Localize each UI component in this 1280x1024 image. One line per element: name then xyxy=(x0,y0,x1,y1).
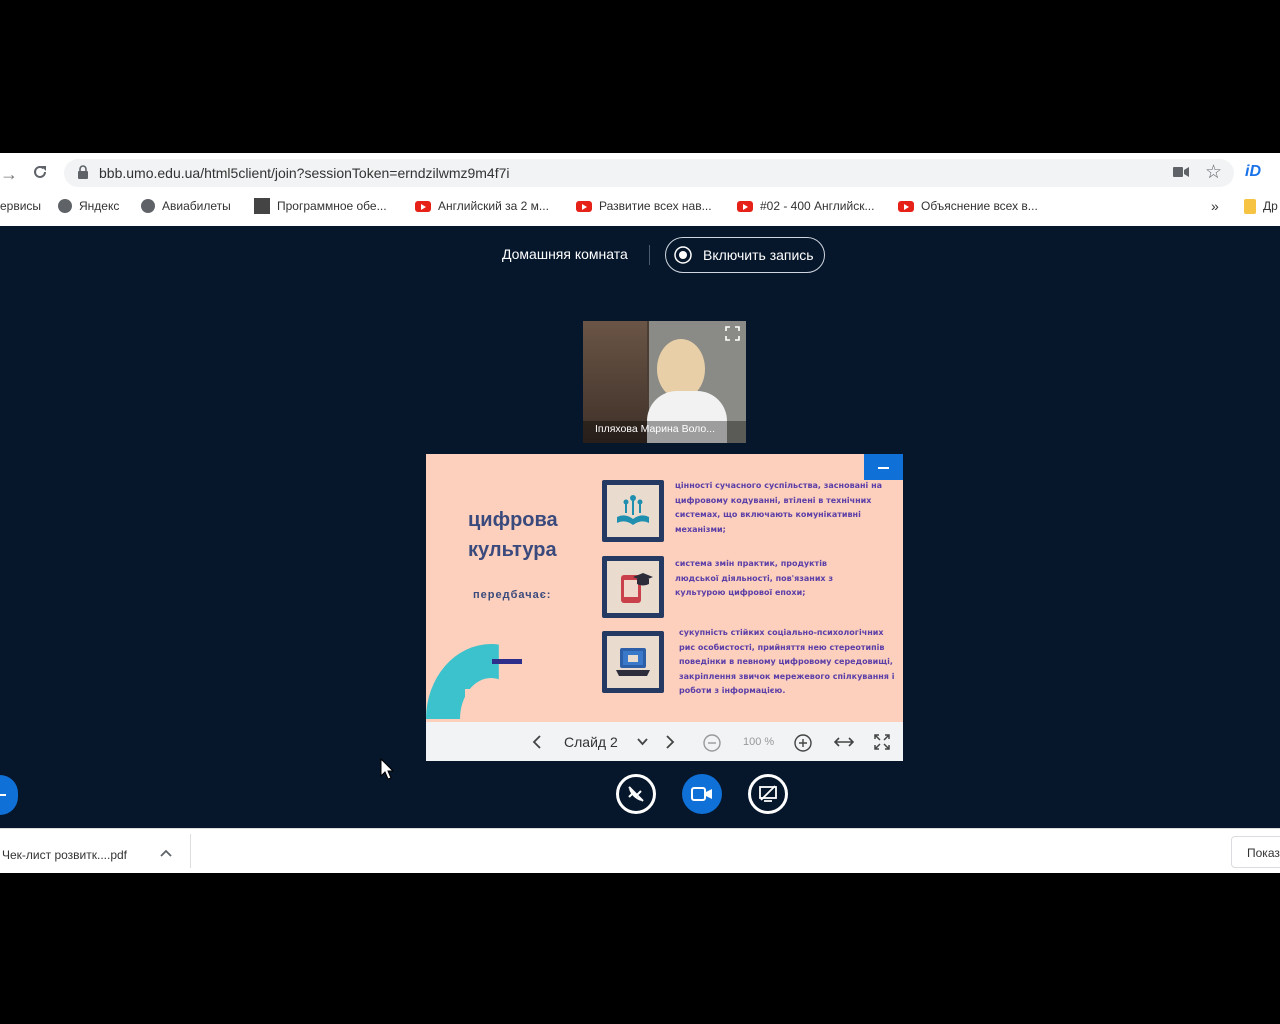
zoom-level: 100 % xyxy=(743,736,775,748)
globe-icon xyxy=(58,199,72,213)
video-camera-icon xyxy=(691,787,712,801)
record-icon xyxy=(674,246,692,264)
slide-point-3: сукупність стійких соціально-психологічн… xyxy=(679,628,895,695)
minus-icon xyxy=(878,467,889,469)
previous-slide-icon[interactable] xyxy=(532,735,542,749)
mobile-learning-icon xyxy=(621,573,653,603)
minimize-presentation-button[interactable] xyxy=(864,454,903,480)
webcam-video[interactable]: Іпляхова Марина Воло... xyxy=(583,321,746,443)
video-button[interactable] xyxy=(682,774,722,814)
next-slide-icon[interactable] xyxy=(665,735,675,749)
chevron-down-icon[interactable] xyxy=(637,738,648,746)
divider xyxy=(190,834,191,868)
room-name: Домашняя комната xyxy=(502,246,628,262)
show-all-downloads-button[interactable]: Показ xyxy=(1231,836,1280,868)
bookmark-label: Английский за 2 м... xyxy=(438,199,549,213)
divider xyxy=(649,245,650,265)
presentation-toolbar: Слайд 2 100 % xyxy=(426,722,903,761)
globe-icon xyxy=(141,199,155,213)
bookmark-youtube-3[interactable]: #02 - 400 Английск... xyxy=(737,197,874,215)
bookmark-label: Яндекс xyxy=(79,199,120,213)
bookmark-software[interactable]: Программное обе... xyxy=(254,197,387,215)
slide-point-2: система змін практик, продуктів людської… xyxy=(675,559,834,597)
bookmark-label: Программное обе... xyxy=(277,199,387,213)
slide-selector[interactable]: Слайд 2 xyxy=(564,734,618,750)
app-icon xyxy=(254,198,270,214)
mouse-cursor-icon xyxy=(380,758,394,780)
lock-icon[interactable] xyxy=(77,165,89,179)
more-bookmarks-button[interactable]: » xyxy=(1211,197,1219,215)
other-bookmarks-folder[interactable]: Др xyxy=(1244,197,1278,215)
screen-share-button[interactable] xyxy=(748,774,788,814)
decorative-arc xyxy=(426,644,499,719)
show-all-label: Показ xyxy=(1247,846,1280,860)
url-text[interactable]: bbb.umo.edu.ua/html5client/join?sessionT… xyxy=(99,165,510,181)
forward-icon[interactable]: → xyxy=(0,164,18,185)
fullscreen-icon[interactable] xyxy=(725,326,740,341)
presentation-slide: цифрова культура передбачає: цінності су… xyxy=(426,454,903,722)
audio-button[interactable] xyxy=(616,774,656,814)
reload-icon[interactable] xyxy=(31,163,49,181)
digital-book-icon xyxy=(617,495,649,525)
slide-title-line-2: культура xyxy=(468,539,557,561)
bookmark-label: Развитие всех нав... xyxy=(599,199,712,213)
fullscreen-presentation-icon[interactable] xyxy=(874,734,890,750)
bookmark-label: Объяснение всех в... xyxy=(921,199,1038,213)
slide-card-3 xyxy=(602,631,664,693)
fit-width-icon[interactable] xyxy=(834,736,854,748)
bookmark-label: #02 - 400 Английск... xyxy=(760,199,875,213)
youtube-icon xyxy=(415,200,431,212)
plus-icon xyxy=(0,794,6,796)
webcam-user-name: Іпляхова Марина Воло... xyxy=(595,423,716,435)
laptop-icon xyxy=(616,648,650,676)
phone-off-icon xyxy=(628,786,644,802)
record-button[interactable]: Включить запись xyxy=(665,237,825,273)
camera-blocked-icon[interactable] xyxy=(1173,166,1189,178)
record-label: Включить запись xyxy=(703,247,814,263)
slide-card-2 xyxy=(602,556,664,618)
bookmark-label: Авиабилеты xyxy=(162,199,231,213)
youtube-icon xyxy=(737,200,753,212)
bookmark-youtube-2[interactable]: Развитие всех нав... xyxy=(576,197,712,215)
slide-point-1: цінності сучасного суспільства, заснован… xyxy=(675,481,883,534)
folder-icon xyxy=(1244,198,1256,214)
youtube-icon xyxy=(576,200,592,212)
bookmark-services[interactable]: ервисы xyxy=(0,197,41,215)
bookmark-yandex[interactable]: Яндекс xyxy=(58,197,119,215)
bookmark-youtube-1[interactable]: Английский за 2 м... xyxy=(415,197,549,215)
screen-share-off-icon xyxy=(759,785,777,802)
zoom-out-icon[interactable] xyxy=(703,734,721,752)
slide-card-1 xyxy=(602,480,664,542)
slide-title-line-1: цифрова xyxy=(468,509,558,531)
download-bar xyxy=(0,828,1280,873)
youtube-icon xyxy=(898,200,914,212)
bookmark-label: ервисы xyxy=(0,199,42,213)
person-head xyxy=(657,339,705,399)
download-filename[interactable]: Чек-лист розвитк....pdf xyxy=(2,848,127,862)
zoom-in-icon[interactable] xyxy=(794,734,812,752)
decorative-bar xyxy=(492,659,522,664)
star-icon[interactable]: ☆ xyxy=(1205,161,1222,184)
extension-icon[interactable]: iD xyxy=(1245,163,1261,181)
slide-subtitle: передбачає: xyxy=(473,589,552,601)
bookmark-aviabilety[interactable]: Авиабилеты xyxy=(141,197,231,215)
chevron-up-icon[interactable] xyxy=(160,849,172,857)
bookmark-label: Др xyxy=(1263,199,1278,213)
bookmark-youtube-4[interactable]: Объяснение всех в... xyxy=(898,197,1038,215)
